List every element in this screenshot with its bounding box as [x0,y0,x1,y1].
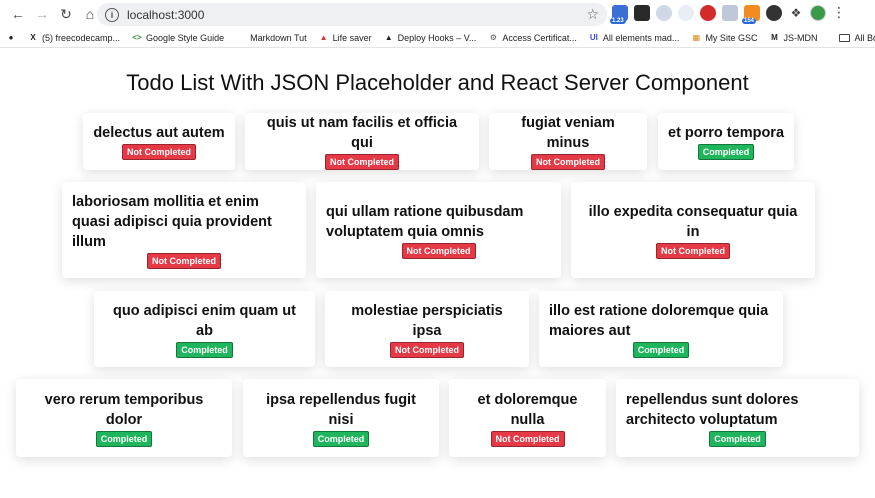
todo-title: quis ut nam facilis et officia qui [266,115,458,151]
puzzle-extensions-icon[interactable]: ❖ [788,4,804,21]
extensions-area: 1.23 154 ❖ ⋮ [610,4,846,24]
vercel-icon: ▲ [384,33,393,42]
site-info-icon[interactable]: i [105,7,119,22]
todo-card: ipsa repellendus fugit nisi Completed [243,379,439,457]
todo-card: vero rerum temporibus dolor Completed [16,379,232,457]
extension-icon[interactable]: 1.23 [610,4,628,24]
folder-icon [839,33,851,42]
all-bookmarks-button[interactable]: All Bookmarks [839,33,875,43]
menu-dots-icon[interactable]: ⋮ [832,4,846,21]
reload-icon[interactable]: ↻ [54,2,78,26]
todo-title: et porro tempora [668,125,785,141]
status-badge: Not Completed [656,242,730,259]
extension-icon[interactable] [656,4,672,21]
todo-card: et doloremque nulla Not Completed [449,379,606,457]
bookmark-item[interactable]: X (5) freecodecamp... [28,33,120,43]
bookmark-item[interactable]: ▲ Deploy Hooks – V... [384,33,477,43]
profile-avatar[interactable] [810,4,826,21]
status-badge: Completed [312,430,370,447]
todo-title: laboriosam mollitia et enim quasi adipis… [72,193,272,250]
todo-card: repellendus sunt dolores architecto volu… [616,379,859,457]
todo-title: fugiat veniam minus [521,115,615,151]
bookmark-item[interactable]: UI All elements mad... [589,33,680,43]
bookmark-item[interactable]: M JS-MDN [769,33,817,43]
extension-icon[interactable] [634,4,650,21]
todo-card: illo expedita consequatur quia in Not Co… [571,182,815,278]
extension-icon[interactable]: 154 [742,4,760,24]
flame-icon: ▲ [319,33,328,42]
status-badge: Not Completed [401,242,476,259]
todo-title: vero rerum temporibus dolor [44,391,204,428]
bookmark-star-icon[interactable]: ☆ [586,6,599,23]
chart-icon: ▦ [692,33,701,42]
code-icon: <> [132,33,142,42]
status-badge: Not Completed [531,154,605,170]
todo-title: qui ullam ratione quibusdam voluptatem q… [326,203,524,240]
extension-icon[interactable] [678,4,694,21]
todo-card: quo adipisci enim quam ut ab Completed [94,291,315,367]
todo-card: et porro tempora Completed [658,113,794,170]
bookmark-item[interactable]: ▦ My Site GSC [691,33,758,43]
todo-title: ipsa repellendus fugit nisi [266,391,416,428]
todo-card: delectus aut autem Not Completed [83,113,235,170]
todo-card: fugiat veniam minus Not Completed [489,113,647,170]
status-badge: Completed [95,430,153,447]
bookmarks-bar: ● X (5) freecodecamp... <> Google Style Gu… [0,28,875,48]
address-bar[interactable]: i localhost:3000 ☆ [97,3,607,26]
x-icon: X [30,33,36,42]
status-badge: Not Completed [147,252,221,269]
status-badge: Completed [632,341,690,358]
bookmark-item[interactable]: Markdown Tut [236,33,307,43]
bookmark-item[interactable]: ● [6,33,16,43]
url-text[interactable]: localhost:3000 [127,8,586,22]
todo-card: qui ullam ratione quibusdam voluptatem q… [316,182,561,278]
bookmark-item[interactable]: ⚙ Access Certificat... [488,33,577,43]
browser-toolbar: ← → ↻ ⌂ i localhost:3000 ☆ 1.23 154 ❖ ⋮ [0,0,875,28]
bookmark-item[interactable]: <> Google Style Guide [132,33,224,43]
todo-card: quis ut nam facilis et officia qui Not C… [245,113,479,170]
status-badge: Not Completed [390,341,464,358]
forward-icon[interactable]: → [30,2,54,26]
shield-extension-icon[interactable] [722,4,738,21]
status-badge: Not Completed [325,154,399,170]
gear-icon: ⚙ [489,33,497,42]
todo-title: illo est ratione doloremque quia maiores… [549,302,769,339]
todo-title: delectus aut autem [93,125,225,141]
blank-icon [236,33,246,43]
todo-card: laboriosam mollitia et enim quasi adipis… [62,182,306,278]
status-badge: Completed [176,341,233,358]
status-badge: Completed [709,430,766,447]
status-badge: Not Completed [490,430,565,447]
back-icon[interactable]: ← [6,2,30,26]
todo-title: illo expedita consequatur quia in [588,203,798,240]
page-title: Todo List With JSON Placeholder and Reac… [126,70,749,95]
todo-card: illo est ratione doloremque quia maiores… [539,291,783,367]
opera-extension-icon[interactable] [700,4,716,21]
todo-title: repellendus sunt dolores architecto volu… [626,391,799,428]
todo-title: et doloremque nulla [477,391,578,428]
extension-icon[interactable] [766,4,782,21]
todo-title: molestiae perspiciatis ipsa [351,302,503,339]
todo-title: quo adipisci enim quam ut ab [113,302,296,339]
ui-icon: UI [589,33,598,42]
mdn-icon: M [771,33,778,42]
status-badge: Completed [697,144,755,160]
bookmark-item[interactable]: ▲ Life saver [319,33,372,43]
todo-card: molestiae perspiciatis ipsa Not Complete… [325,291,529,367]
github-icon: ● [8,33,14,42]
status-badge: Not Completed [122,144,196,160]
